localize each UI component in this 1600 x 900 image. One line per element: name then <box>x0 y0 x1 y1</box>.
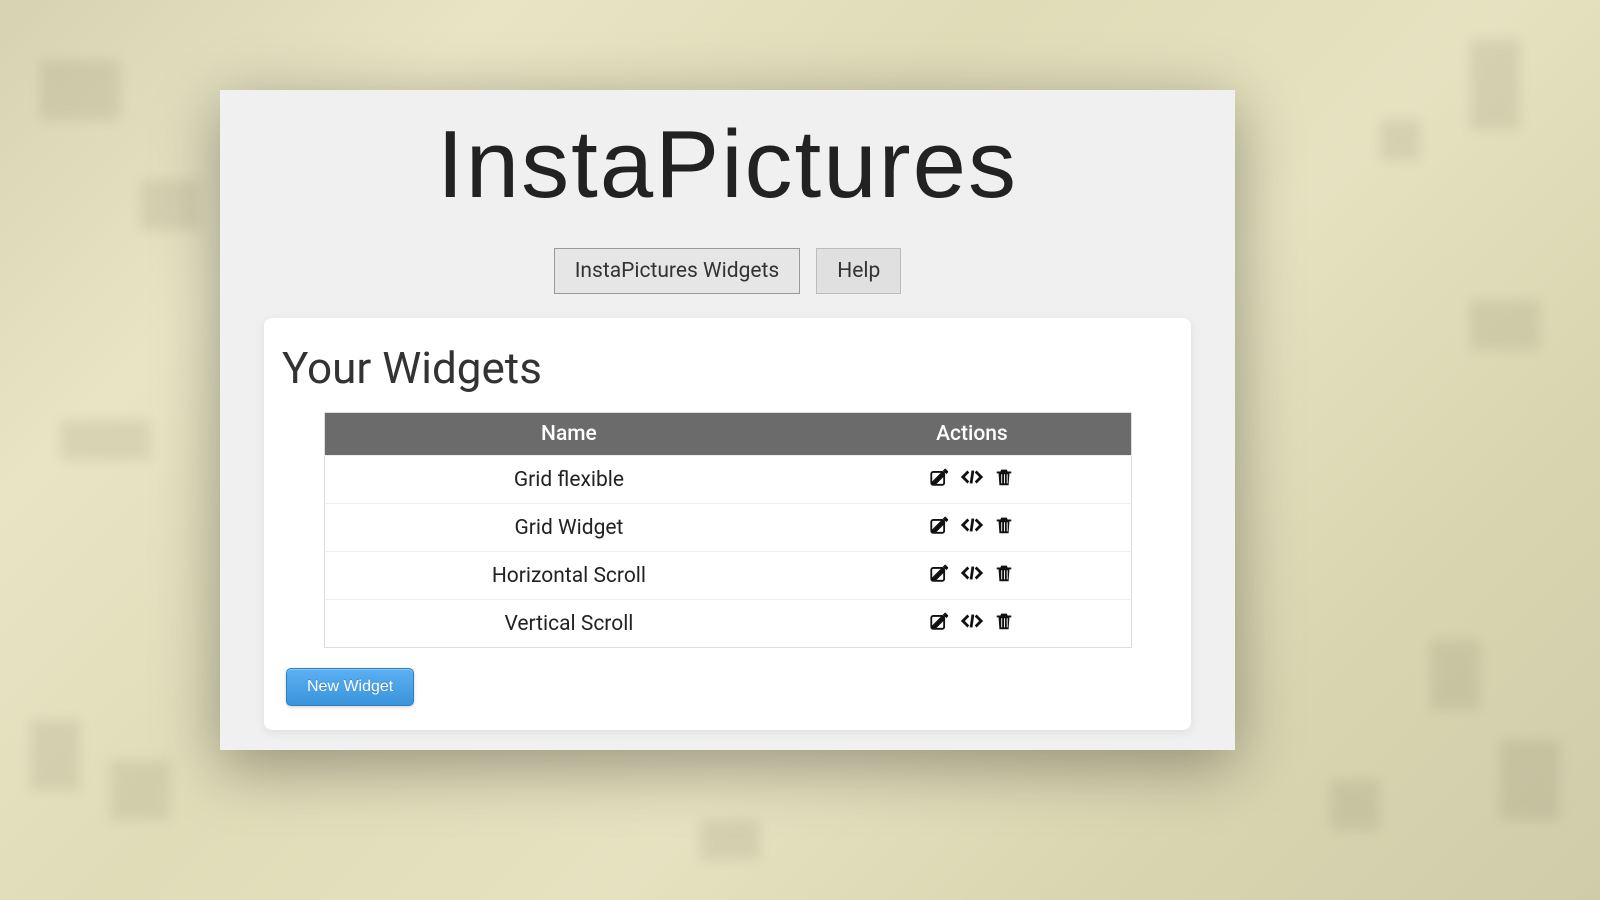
widgets-table: Name Actions Grid flexible Grid Widget <box>324 412 1132 648</box>
widget-name-cell: Grid flexible <box>324 456 813 504</box>
widget-name-cell: Vertical Scroll <box>324 600 813 648</box>
edit-icon[interactable] <box>928 561 952 585</box>
trash-icon[interactable] <box>992 561 1016 585</box>
card-title: Your Widgets <box>264 336 1191 412</box>
widget-name-cell: Horizontal Scroll <box>324 552 813 600</box>
widget-name-cell: Grid Widget <box>324 504 813 552</box>
trash-icon[interactable] <box>992 609 1016 633</box>
code-icon[interactable] <box>960 609 984 633</box>
edit-icon[interactable] <box>928 513 952 537</box>
new-widget-button[interactable]: New Widget <box>286 668 414 706</box>
code-icon[interactable] <box>960 513 984 537</box>
widgets-card: Your Widgets Name Actions Grid flexible <box>264 318 1191 730</box>
trash-icon[interactable] <box>992 465 1016 489</box>
code-icon[interactable] <box>960 561 984 585</box>
table-row: Grid Widget <box>324 504 1131 552</box>
trash-icon[interactable] <box>992 513 1016 537</box>
tab-instapictures-widgets[interactable]: InstaPictures Widgets <box>554 248 801 294</box>
app-title: InstaPictures <box>220 90 1235 230</box>
widget-actions-cell <box>813 600 1131 648</box>
widget-actions-cell <box>813 504 1131 552</box>
table-row: Grid flexible <box>324 456 1131 504</box>
edit-icon[interactable] <box>928 609 952 633</box>
column-header-name: Name <box>324 413 813 456</box>
table-row: Vertical Scroll <box>324 600 1131 648</box>
tab-help[interactable]: Help <box>816 248 901 294</box>
column-header-actions: Actions <box>813 413 1131 456</box>
widget-actions-cell <box>813 552 1131 600</box>
main-panel: InstaPictures InstaPictures Widgets Help… <box>220 90 1235 750</box>
widget-actions-cell <box>813 456 1131 504</box>
code-icon[interactable] <box>960 465 984 489</box>
table-row: Horizontal Scroll <box>324 552 1131 600</box>
nav-tabs: InstaPictures Widgets Help <box>220 230 1235 318</box>
edit-icon[interactable] <box>928 465 952 489</box>
